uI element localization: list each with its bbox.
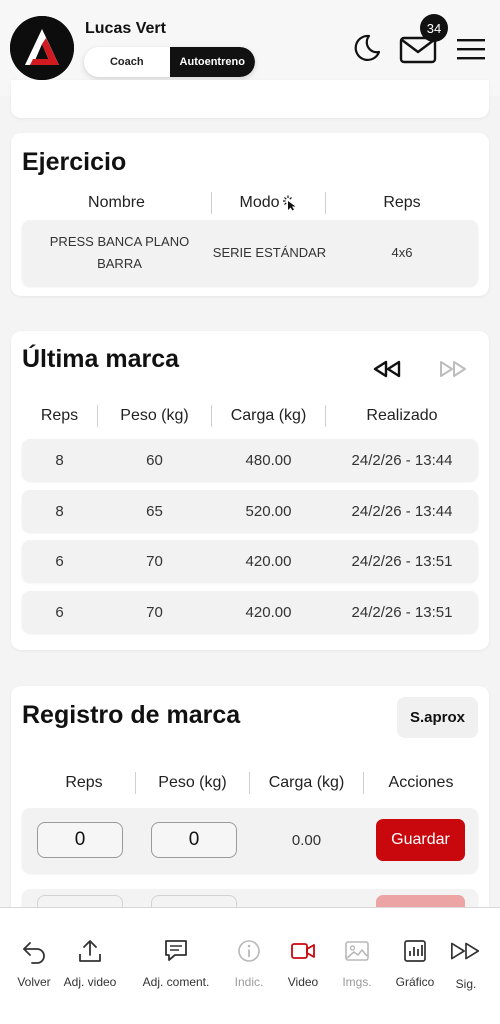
exercise-mode: SERIE ESTÁNDAR <box>212 245 327 260</box>
cell-reps: 8 <box>55 502 64 520</box>
column-header-reps: Reps <box>65 774 103 791</box>
toolbar-sig[interactable]: Sig. <box>431 938 500 991</box>
toolbar-label: Sig. <box>455 977 477 991</box>
cell-reps: 6 <box>55 603 64 621</box>
column-header-peso: Peso (kg) <box>120 407 189 424</box>
cell-peso: 70 <box>146 552 163 570</box>
bar-chart-icon <box>404 940 426 962</box>
toolbar-label: Gráfico <box>395 975 435 989</box>
user-name: Lucas Vert <box>85 20 166 37</box>
toolbar-adj-coment[interactable]: Adj. coment. <box>141 938 211 989</box>
cell-carga: 480.00 <box>245 451 292 469</box>
register-row: 0 0 0.00 Guardar <box>22 808 478 873</box>
fast-forward-icon <box>440 361 466 377</box>
exercise-row[interactable]: PRESS BANCA PLANO BARRA SERIE ESTÁNDAR 4… <box>22 220 478 286</box>
cell-peso: 65 <box>146 502 163 520</box>
toolbar-label: Indic. <box>234 975 264 989</box>
mode-coach-option[interactable]: Coach <box>84 47 170 77</box>
toolbar-label: Adj. coment. <box>142 975 210 989</box>
carga-value: 0.00 <box>291 832 322 849</box>
notification-badge: 34 <box>420 14 448 42</box>
column-header-carga: Carga (kg) <box>230 407 307 424</box>
cell-reps: 6 <box>55 552 64 570</box>
app-logo <box>10 16 74 80</box>
comment-icon <box>165 940 187 961</box>
cell-carga: 520.00 <box>245 502 292 520</box>
register-title: Registro de marca <box>22 701 241 729</box>
back-arrow-icon <box>23 942 45 964</box>
table-row[interactable]: 8 60 480.00 24/2/26 - 13:44 <box>22 439 478 481</box>
video-camera-icon <box>291 943 315 959</box>
exercise-title: Ejercicio <box>22 148 127 176</box>
upload-icon <box>79 940 101 962</box>
column-header-realizado: Realizado <box>366 407 438 424</box>
mode-autoentreno-option[interactable]: Autoentreno <box>169 47 255 77</box>
toolbar-label: Adj. video <box>63 975 117 989</box>
table-row[interactable]: 6 70 420.00 24/2/26 - 13:51 <box>22 591 478 633</box>
bottom-toolbar: Volver Adj. video Adj. coment. Indic. Vi… <box>0 907 500 1024</box>
column-header-acciones: Acciones <box>388 774 454 791</box>
cell-realizado: 24/2/26 - 13:51 <box>351 552 453 570</box>
cell-realizado: 24/2/26 - 13:44 <box>351 451 453 469</box>
last-mark-title: Última marca <box>22 345 180 373</box>
cell-realizado: 24/2/26 - 13:51 <box>351 603 453 621</box>
cursor-click-icon <box>282 195 296 211</box>
cell-realizado: 24/2/26 - 13:44 <box>351 502 453 520</box>
column-header-modo: Modo <box>212 191 325 215</box>
info-icon <box>238 940 260 962</box>
column-header-nombre: Nombre <box>88 194 145 211</box>
mode-toggle[interactable]: Coach Autoentreno <box>84 47 255 77</box>
rewind-icon[interactable] <box>372 359 402 379</box>
column-header-peso: Peso (kg) <box>158 774 227 791</box>
toolbar-label: Video <box>287 975 319 989</box>
hamburger-menu-icon[interactable] <box>455 36 487 62</box>
column-header-carga: Carga (kg) <box>268 774 345 791</box>
moon-icon[interactable] <box>352 33 382 63</box>
previous-card-remnant <box>11 80 489 118</box>
table-row[interactable]: 6 70 420.00 24/2/26 - 13:51 <box>22 540 478 582</box>
cell-carga: 420.00 <box>245 552 292 570</box>
column-header-reps: Reps <box>40 407 79 424</box>
fast-forward-icon <box>450 942 480 960</box>
save-button[interactable]: Guardar <box>376 819 465 861</box>
exercise-reps: 4x6 <box>391 245 413 260</box>
column-header-modo-label: Modo <box>239 194 280 211</box>
toolbar-label: Imgs. <box>342 975 372 989</box>
cell-carga: 420.00 <box>245 603 292 621</box>
cell-peso: 60 <box>146 451 163 469</box>
column-header-reps: Reps <box>383 194 421 211</box>
exercise-name: PRESS BANCA PLANO BARRA <box>49 234 190 271</box>
cell-peso: 70 <box>146 603 163 621</box>
toolbar-label: Volver <box>17 975 51 989</box>
image-icon <box>345 941 369 961</box>
saprox-button[interactable]: S.aprox <box>397 697 478 738</box>
table-row[interactable]: 8 65 520.00 24/2/26 - 13:44 <box>22 490 478 532</box>
exercise-card: Ejercicio Nombre Modo Reps PRESS BANCA P… <box>11 133 489 296</box>
toolbar-adj-video[interactable]: Adj. video <box>55 938 125 989</box>
reps-input[interactable]: 0 <box>37 822 123 858</box>
cell-reps: 8 <box>55 451 64 469</box>
last-mark-card: Última marca Reps Peso (kg) Carga (kg) R… <box>11 331 489 650</box>
peso-input[interactable]: 0 <box>151 822 237 858</box>
